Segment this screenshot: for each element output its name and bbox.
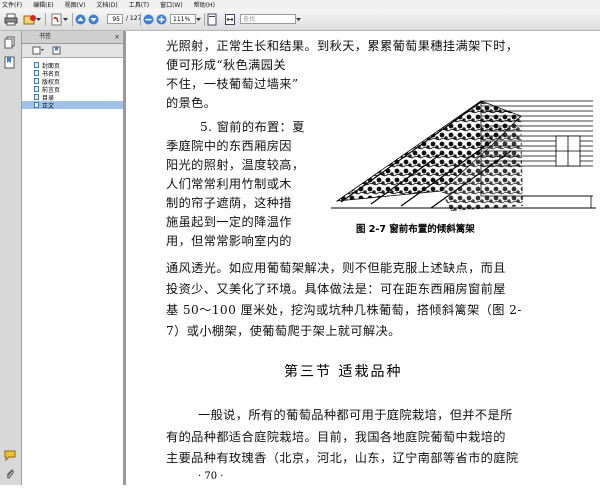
bookmark-item[interactable]: 版权页: [22, 77, 123, 86]
pages-panel-button[interactable]: [4, 36, 16, 51]
new-bookmark-icon: [52, 46, 61, 55]
menu-help[interactable]: 帮助(H): [194, 0, 215, 9]
new-bookmark-button[interactable]: [52, 46, 62, 57]
print-button[interactable]: [4, 12, 18, 26]
next-page-button[interactable]: [88, 12, 99, 26]
pages-icon: [4, 36, 15, 49]
text-line: 一般说，所有的葡萄品种都可用于庭院栽培，但并不是所: [198, 408, 513, 422]
text-line: 便可形成“秋色满园关: [166, 58, 286, 72]
text-line: 人们常常利用竹制或木: [166, 177, 292, 191]
menu-view[interactable]: 视图(V): [65, 0, 86, 9]
text-line: 的景色。: [166, 96, 217, 110]
email-dropdown[interactable]: [36, 12, 41, 26]
document-icon: [34, 70, 39, 76]
bookmarks-panel-header: 书签 ×: [22, 31, 123, 44]
text-line: 施虽起到一定的降温作: [166, 215, 292, 229]
bookmark-item[interactable]: 封面页: [22, 61, 123, 70]
menu-file[interactable]: 文件(F): [2, 0, 22, 9]
chevron-down-icon: [36, 17, 41, 21]
search-dropdown[interactable]: [296, 12, 301, 26]
document-icon: [34, 62, 39, 68]
bookmark-item[interactable]: 目录: [22, 93, 123, 102]
menu-bar: 文件(F) 编辑(E) 视图(V) 文档(D) 工具(T) 窗口(W) 帮助(H…: [0, 0, 600, 9]
attachments-button[interactable]: [4, 468, 16, 482]
printer-icon: [4, 13, 18, 25]
zoom-input[interactable]: 111%: [170, 14, 196, 24]
chevron-down-icon: [196, 17, 201, 21]
toolbar-separator: [45, 13, 46, 26]
bookmark-item[interactable]: 书名页: [22, 69, 123, 78]
bookmarks-panel-title: 书签: [39, 33, 52, 40]
bookmark-list: 封面页 书名页 版权页 前言页 目录 正文: [22, 58, 123, 491]
pdf-icon: [51, 13, 62, 25]
arrow-up-icon: [75, 14, 86, 24]
zoom-dropdown[interactable]: [196, 12, 201, 26]
bookmarks-toolbar: [22, 44, 123, 58]
create-pdf-button[interactable]: [50, 12, 63, 26]
document-icon: [34, 78, 39, 84]
toolbar-separator: [72, 13, 73, 26]
text-line: 季庭院中的东西厢房因: [166, 139, 292, 153]
bookmark-icon: [4, 56, 15, 69]
text-line: 用，但常常影响室内的: [166, 234, 292, 248]
close-icon[interactable]: ×: [114, 31, 120, 43]
create-dropdown[interactable]: [63, 12, 68, 26]
minus-circle-icon: [143, 14, 154, 24]
comment-icon: [4, 450, 16, 462]
fit-page-button[interactable]: [206, 12, 218, 26]
navigation-icon-strip: [0, 31, 22, 485]
chevron-down-icon: [296, 17, 301, 21]
document-icon: [34, 86, 39, 92]
bookmark-options-button[interactable]: [32, 46, 44, 57]
paperclip-icon: [6, 469, 14, 479]
email-button[interactable]: [23, 12, 37, 26]
comments-button[interactable]: [4, 449, 16, 463]
trellis-illustration: [331, 100, 596, 211]
fit-width-button[interactable]: [224, 12, 236, 26]
menu-document[interactable]: 文档(D): [96, 0, 117, 9]
menu-tools[interactable]: 工具(T): [129, 0, 149, 9]
arrow-down-icon: [88, 14, 99, 24]
text-line: 不住，一枝葡萄过墙来”: [166, 77, 299, 91]
previous-page-button[interactable]: [75, 12, 86, 26]
text-line: 主要品种有玫瑰香（北京，河北，山东，辽宁南部等省市的庭院: [166, 451, 519, 465]
document-icon: [34, 94, 39, 100]
toolbar: 95 / 127 111% 查找: [0, 9, 600, 31]
document-page: 光照射，正常生长和结果。到秋天，累累葡萄果穗挂满架下时， 便可形成“秋色满园关 …: [126, 31, 600, 485]
fit-width-icon: [225, 13, 235, 25]
toolbar-separator: [204, 13, 205, 26]
bookmarks-panel-button[interactable]: [4, 56, 16, 71]
zoom-in-button[interactable]: [156, 12, 167, 26]
plus-circle-icon: [156, 14, 167, 24]
bookmark-item[interactable]: 前言页: [22, 85, 123, 94]
fit-page-icon: [207, 13, 217, 25]
page-number: · 70 ·: [198, 471, 224, 482]
toolbar-separator: [140, 13, 141, 26]
text-line: 有的品种都适合庭院栽培。目前，我国各地庭院葡萄中栽培的: [166, 430, 506, 444]
bookmarks-panel: 书签 × 封面页 书名页 版权页 前言页 目录 正文: [22, 31, 123, 491]
chevron-down-icon: [63, 17, 68, 21]
page-number-input[interactable]: 95: [107, 14, 123, 24]
text-line: 5. 窗前的布置：夏: [200, 120, 305, 134]
text-line: 阳光的照射，温度较高，: [166, 158, 305, 172]
text-line: 7）或小棚架，使葡萄爬于架上就可解决。: [166, 324, 401, 338]
section-heading: 第三节 适栽品种: [284, 364, 403, 380]
document-icon: [34, 102, 39, 108]
zoom-out-button[interactable]: [143, 12, 154, 26]
text-line: 基 50～100 厘米处，挖沟或坑种几株葡萄，搭倾斜篱架（图 2-: [166, 303, 522, 317]
text-line: 投资少、又美化了环境。具体做法是：可在距东西厢房窗前屋: [166, 282, 506, 296]
text-line: 通风透光。如应用葡萄架解决，则不但能克服上述缺点，而且: [166, 261, 506, 275]
menu-window[interactable]: 窗口(W): [160, 0, 183, 9]
options-icon: [32, 46, 44, 55]
bookmark-item-selected[interactable]: 正文: [22, 101, 123, 110]
text-line: 制的帘子遮荫，这种措: [166, 196, 292, 210]
search-input[interactable]: 查找: [240, 14, 296, 24]
menu-edit[interactable]: 编辑(E): [33, 0, 53, 9]
figure-caption: 图 2-7 窗前布置的倾斜篱架: [356, 224, 475, 235]
text-line: 光照射，正常生长和结果。到秋天，累累葡萄果穗挂满架下时，: [166, 39, 519, 53]
mail-icon: [23, 14, 36, 24]
